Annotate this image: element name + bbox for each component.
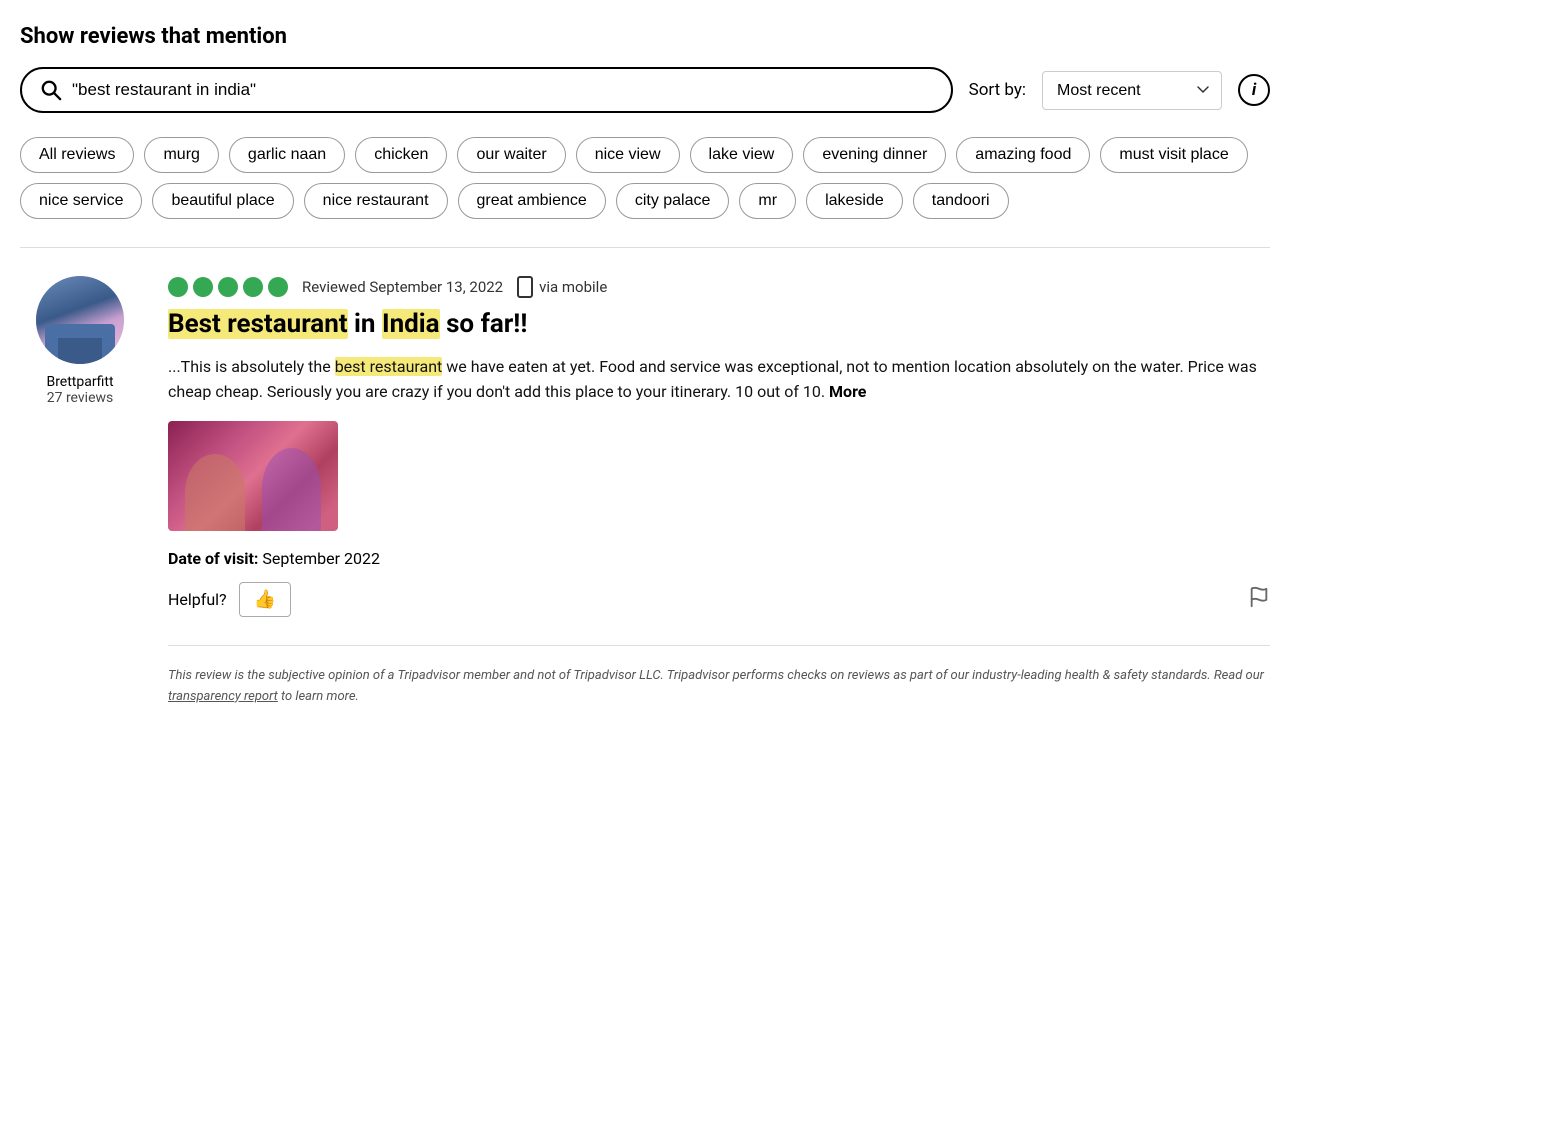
- tag-chip-lake-view[interactable]: lake view: [690, 137, 794, 173]
- tag-chip-mr[interactable]: mr: [739, 183, 796, 219]
- tag-chip-great-ambience[interactable]: great ambience: [458, 183, 606, 219]
- tag-chip-nice-restaurant[interactable]: nice restaurant: [304, 183, 448, 219]
- rating-dot-2: [193, 277, 213, 297]
- tag-chip-tandoori[interactable]: tandoori: [913, 183, 1009, 219]
- tag-chip-our-waiter[interactable]: our waiter: [457, 137, 565, 173]
- thumbs-up-icon: 👍: [254, 589, 276, 610]
- reviewer-info: Brettparfitt 27 reviews: [20, 276, 140, 708]
- mobile-icon: [517, 276, 533, 298]
- helpful-label: Helpful?: [168, 590, 227, 609]
- sort-select[interactable]: Most recent Most helpful Highest rating …: [1042, 71, 1222, 110]
- more-link[interactable]: More: [829, 382, 866, 401]
- tags-section: All reviews murg garlic naan chicken our wai…: [20, 137, 1270, 219]
- tag-chip-nice-service[interactable]: nice service: [20, 183, 142, 219]
- review-meta: Reviewed September 13, 2022 via mobile: [168, 276, 1270, 298]
- page-title: Show reviews that mention: [20, 24, 1270, 49]
- search-sort-row: Sort by: Most recent Most helpful Highes…: [20, 67, 1270, 113]
- review-title-text: Best restaurant in India so far!!: [168, 309, 527, 339]
- tag-chip-lakeside[interactable]: lakeside: [806, 183, 903, 219]
- flag-icon-wrap: [1248, 586, 1270, 612]
- review-photo[interactable]: [168, 421, 338, 531]
- sort-label: Sort by:: [969, 80, 1026, 100]
- tag-chip-chicken[interactable]: chicken: [355, 137, 447, 173]
- search-input[interactable]: [72, 80, 933, 100]
- tag-chip-beautiful-place[interactable]: beautiful place: [152, 183, 293, 219]
- rating-dot-1: [168, 277, 188, 297]
- tag-chip-evening-dinner[interactable]: evening dinner: [803, 137, 946, 173]
- tag-chip-All-reviews[interactable]: All reviews: [20, 137, 134, 173]
- review-body: ...This is absolutely the best restauran…: [168, 354, 1270, 405]
- transparency-report-link[interactable]: transparency report: [168, 689, 278, 704]
- tag-chip-city-palace[interactable]: city palace: [616, 183, 730, 219]
- reviewer-count: 27 reviews: [47, 390, 114, 406]
- flag-icon[interactable]: [1248, 586, 1270, 608]
- tag-chip-murg[interactable]: murg: [144, 137, 218, 173]
- tag-chip-must-visit-place[interactable]: must visit place: [1100, 137, 1247, 173]
- tag-chip-nice-view[interactable]: nice view: [576, 137, 680, 173]
- review-date: Reviewed September 13, 2022: [302, 278, 503, 296]
- tag-chip-amazing-food[interactable]: amazing food: [956, 137, 1090, 173]
- rating-dot-5: [268, 277, 288, 297]
- review-content: Reviewed September 13, 2022 via mobile B…: [168, 276, 1270, 708]
- rating-dot-3: [218, 277, 238, 297]
- review-section: Brettparfitt 27 reviews Reviewed Septemb…: [20, 276, 1270, 708]
- avatar: [36, 276, 124, 364]
- helpful-button[interactable]: 👍: [239, 582, 291, 617]
- section-divider: [20, 247, 1270, 248]
- rating-dots: [168, 277, 288, 297]
- reviewer-name: Brettparfitt: [46, 374, 113, 390]
- via-mobile: via mobile: [517, 276, 607, 298]
- date-of-visit: Date of visit: September 2022: [168, 549, 1270, 568]
- review-title: Best restaurant in India so far!!: [168, 308, 1270, 342]
- tag-chip-garlic-naan[interactable]: garlic naan: [229, 137, 345, 173]
- disclaimer: This review is the subjective opinion of…: [168, 645, 1270, 708]
- search-icon: [40, 79, 62, 101]
- helpful-row: Helpful? 👍: [168, 582, 1270, 617]
- search-box: [20, 67, 953, 113]
- info-icon[interactable]: i: [1238, 74, 1270, 106]
- rating-dot-4: [243, 277, 263, 297]
